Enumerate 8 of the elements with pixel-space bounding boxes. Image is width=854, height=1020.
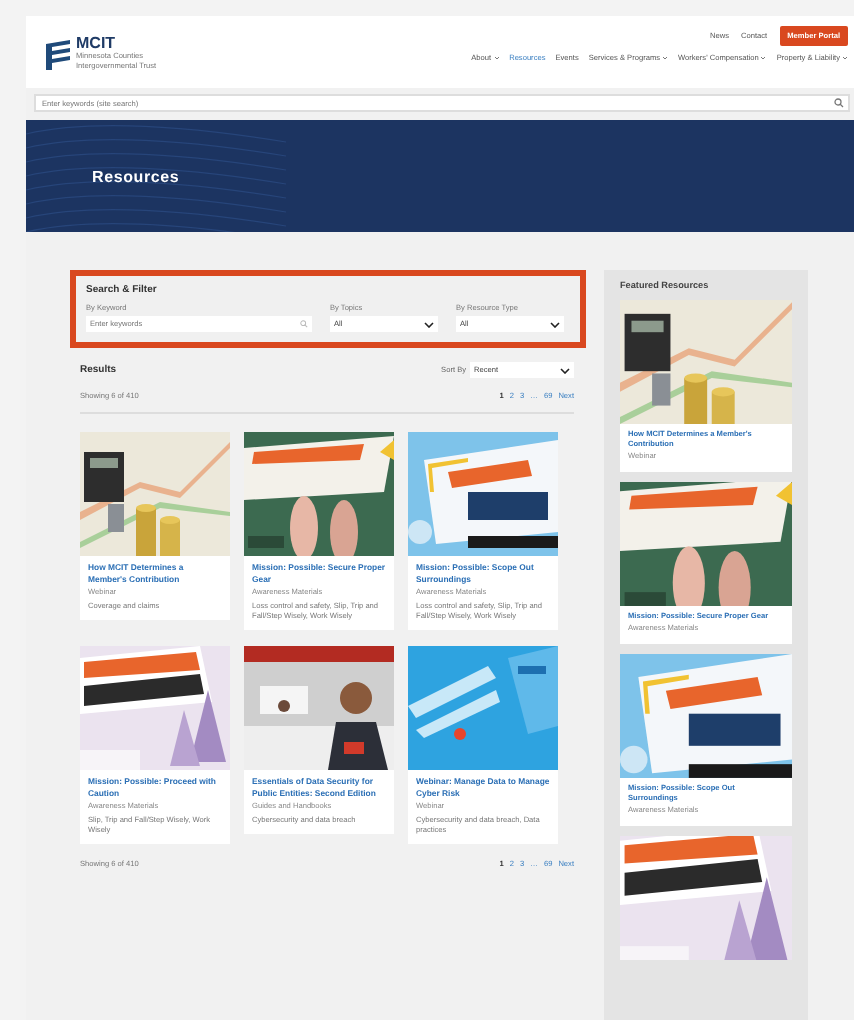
logo-name: MCIT: [76, 36, 116, 53]
logo-icon: [44, 37, 72, 69]
search-icon: [834, 98, 844, 108]
chevron-icon: [424, 321, 434, 327]
chevron-icon: [560, 367, 570, 373]
search-icon: [300, 320, 308, 328]
chevron-icon: [550, 321, 560, 327]
banner-title: Resources: [92, 167, 180, 185]
